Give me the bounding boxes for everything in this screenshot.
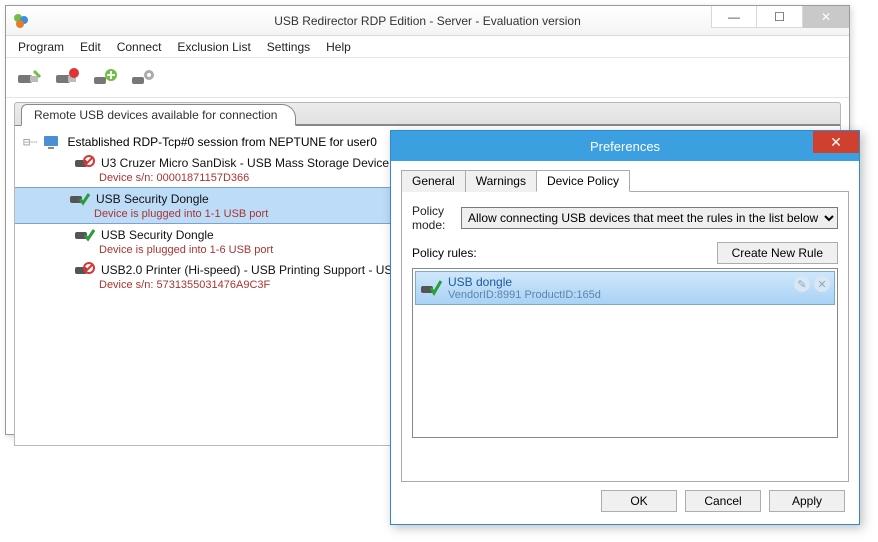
menu-settings[interactable]: Settings — [261, 38, 316, 56]
toolbar-share-button[interactable] — [12, 61, 46, 95]
tab-filler — [296, 124, 840, 125]
cancel-button[interactable]: Cancel — [685, 490, 761, 512]
device-sub: Device is plugged into 1-1 USB port — [94, 208, 435, 220]
usb-blocked-icon — [75, 155, 95, 171]
rule-name: USB dongle — [448, 275, 601, 289]
toolbar — [6, 58, 849, 98]
toolbar-unshare-button[interactable] — [50, 61, 84, 95]
usb-allowed-icon — [70, 191, 90, 207]
tab-remote-devices[interactable]: Remote USB devices available for connect… — [21, 104, 296, 126]
rule-controls: ✎ ✕ — [794, 276, 830, 292]
toolbar-add-button[interactable] — [88, 61, 122, 95]
close-button[interactable]: ✕ — [803, 6, 849, 28]
menu-exclusion[interactable]: Exclusion List — [171, 38, 256, 56]
device-name: USB2.0 Printer (Hi-speed) - USB Printing… — [101, 263, 400, 277]
edit-rule-icon[interactable]: ✎ — [794, 276, 810, 292]
usb-allowed-icon — [75, 227, 95, 243]
preferences-dialog: Preferences ✕ General Warnings Device Po… — [390, 130, 860, 525]
tree-toggle-icon[interactable]: ⊟┈ — [23, 135, 37, 149]
device-policy-panel: Policy mode: Allow connecting USB device… — [401, 192, 849, 482]
device-name: U3 Cruzer Micro SanDisk - USB Mass Stora… — [101, 156, 389, 170]
rule-detail: VendorID:8991 ProductID:165d — [448, 289, 601, 301]
tab-device-policy[interactable]: Device Policy — [536, 170, 630, 192]
minimize-button[interactable]: — — [711, 6, 757, 28]
menu-program[interactable]: Program — [12, 38, 70, 56]
tab-label: Remote USB devices available for connect… — [34, 108, 277, 122]
maximize-button[interactable]: ☐ — [757, 6, 803, 28]
policy-rules-list[interactable]: USB dongle VendorID:8991 ProductID:165d … — [412, 268, 838, 438]
usb-gear-icon — [130, 67, 156, 89]
usb-plug-icon — [16, 67, 42, 89]
dialog-buttons: OK Cancel Apply — [401, 482, 849, 512]
menubar: Program Edit Connect Exclusion List Sett… — [6, 36, 849, 58]
policy-mode-label: Policy mode: — [412, 204, 451, 232]
window-controls: — ☐ ✕ — [711, 6, 849, 28]
preferences-title: Preferences — [391, 139, 859, 154]
device-name: USB Security Dongle — [96, 192, 209, 206]
toolbar-settings-button[interactable] — [126, 61, 160, 95]
menu-help[interactable]: Help — [320, 38, 357, 56]
usb-allowed-icon — [420, 277, 442, 299]
titlebar: USB Redirector RDP Edition - Server - Ev… — [6, 6, 849, 36]
tab-row: Remote USB devices available for connect… — [14, 102, 841, 126]
tab-warnings[interactable]: Warnings — [465, 170, 537, 192]
policy-rules-label: Policy rules: — [412, 246, 477, 260]
menu-edit[interactable]: Edit — [74, 38, 107, 56]
preferences-tabs: General Warnings Device Policy — [401, 169, 849, 192]
preferences-body: General Warnings Device Policy Policy mo… — [391, 161, 859, 520]
monitor-icon — [43, 134, 61, 150]
rule-text: USB dongle VendorID:8991 ProductID:165d — [448, 275, 601, 301]
policy-mode-select[interactable]: Allow connecting USB devices that meet t… — [461, 207, 838, 229]
apply-button[interactable]: Apply — [769, 490, 845, 512]
preferences-close-button[interactable]: ✕ — [813, 131, 859, 153]
menu-connect[interactable]: Connect — [111, 38, 168, 56]
session-label: Established RDP-Tcp#0 session from NEPTU… — [67, 135, 376, 149]
device-name: USB Security Dongle — [101, 228, 214, 242]
usb-plug-red-icon — [54, 67, 80, 89]
rule-item[interactable]: USB dongle VendorID:8991 ProductID:165d … — [415, 271, 835, 305]
usb-add-icon — [92, 67, 118, 89]
delete-rule-icon[interactable]: ✕ — [814, 276, 830, 292]
tab-general[interactable]: General — [401, 170, 466, 192]
ok-button[interactable]: OK — [601, 490, 677, 512]
policy-mode-row: Policy mode: Allow connecting USB device… — [412, 204, 838, 232]
preferences-titlebar: Preferences ✕ — [391, 131, 859, 161]
app-icon — [12, 12, 30, 30]
create-new-rule-button[interactable]: Create New Rule — [717, 242, 838, 264]
usb-blocked-icon — [75, 262, 95, 278]
policy-rules-row: Policy rules: Create New Rule — [412, 242, 838, 264]
